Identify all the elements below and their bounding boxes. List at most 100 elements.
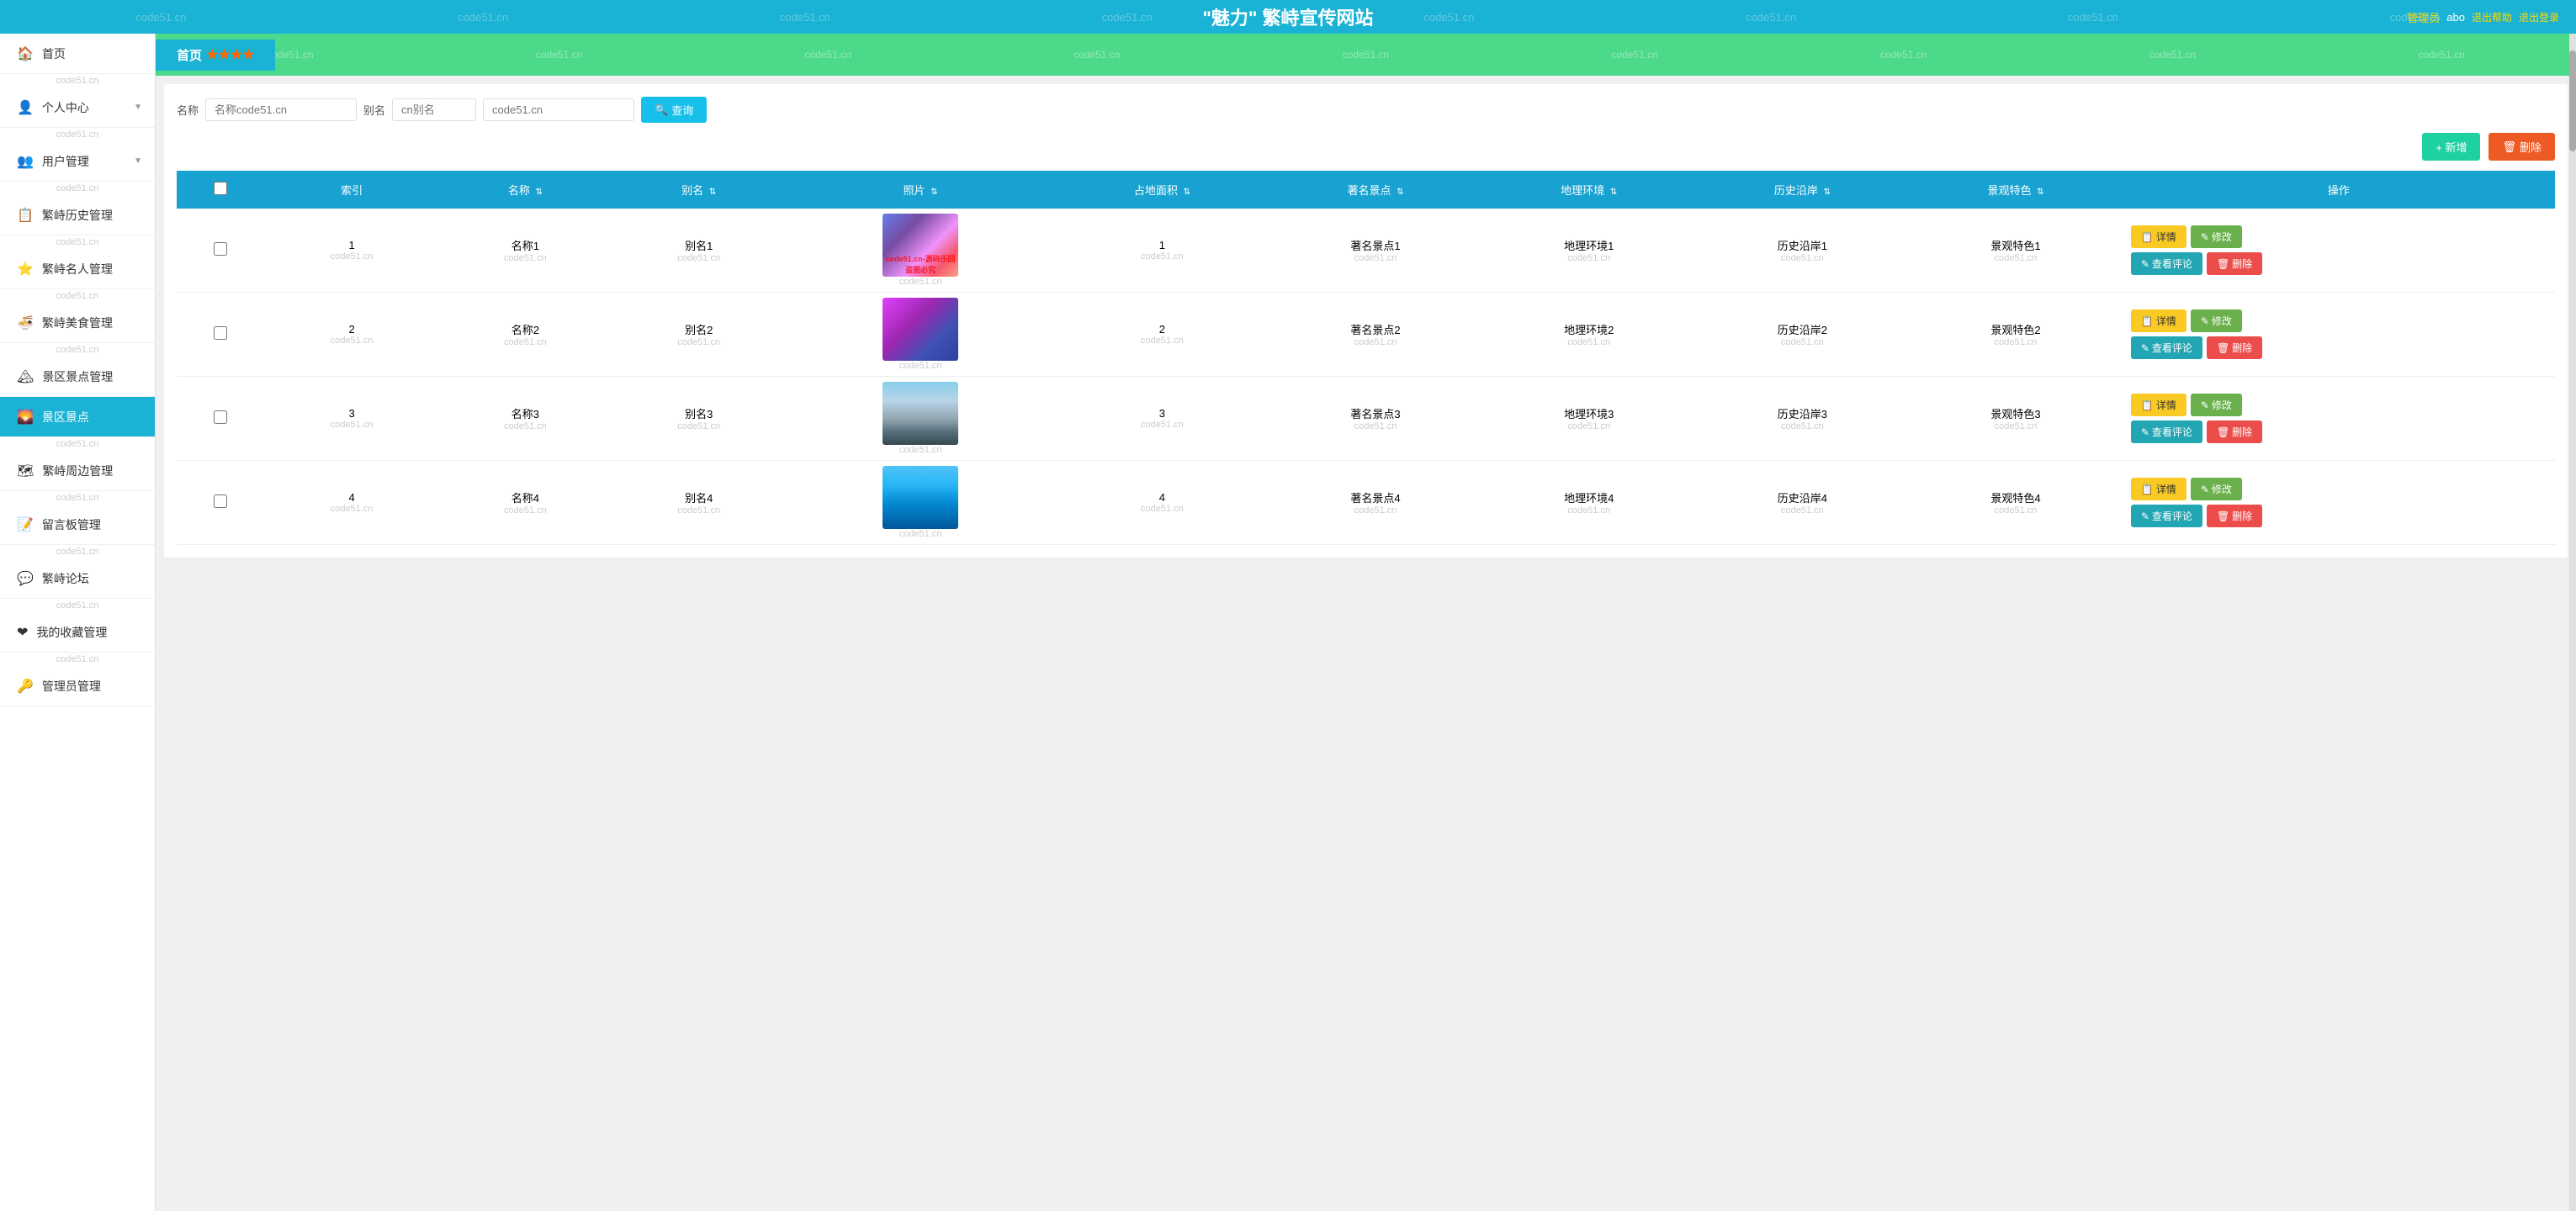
sort-arrows-scenery[interactable]: ⇅ (2037, 188, 2043, 197)
row-famous: 著名景点1 code51.cn (1269, 209, 1482, 293)
th-photo: 照片 ⇅ (786, 171, 1056, 209)
sidebar-item-label: 首页 (42, 45, 66, 62)
photo-cell: code51.cn-源码乐园盗图必究 (883, 214, 958, 277)
sidebar-item-scenic-spots[interactable]: 🌄 景区景点 (0, 397, 155, 437)
sort-arrows-history[interactable]: ⇅ (1823, 188, 1830, 197)
select-all-checkbox[interactable] (214, 182, 227, 195)
detail-button[interactable]: 📋 详情 (2131, 309, 2186, 332)
action-row-top: 📋 详情 ✎ 修改 (2131, 478, 2242, 500)
sidebar-item-celebrity[interactable]: ⭐ 繁峙名人管理 (0, 249, 155, 289)
row-index: 1 code51.cn (265, 209, 438, 293)
edit-button[interactable]: ✎ 修改 (2191, 478, 2242, 500)
sidebar-item-scenic-mgmt[interactable]: 🏔 景区景点管理 (0, 357, 155, 397)
name-filter-input[interactable] (205, 98, 357, 121)
map-icon: 🗺 (17, 463, 34, 479)
row-checkbox-cell (177, 209, 265, 293)
row-checkbox[interactable] (214, 326, 227, 340)
edit-icon: ✎ (2201, 484, 2209, 495)
sort-arrows-photo[interactable]: ⇅ (930, 188, 937, 197)
sidebar-item-label: 景区景点管理 (42, 368, 113, 385)
row-checkbox-cell (177, 461, 265, 545)
alias-filter-label: 别名 (363, 102, 385, 118)
row-photo: code51.cn (786, 377, 1056, 461)
comment-button[interactable]: ✎ 查看评论 (2131, 505, 2202, 527)
row-checkbox[interactable] (214, 494, 227, 508)
sidebar-item-label: 留言板管理 (42, 516, 101, 533)
delete-button[interactable]: 🗑 删除 (2207, 420, 2262, 443)
th-history: 历史沿岸 ⇅ (1696, 171, 1910, 209)
row-checkbox-cell (177, 377, 265, 461)
sidebar-item-home[interactable]: 🏠 首页 (0, 34, 155, 74)
alias-filter-input[interactable] (392, 98, 476, 121)
row-alias: 别名4 code51.cn (612, 461, 786, 545)
filter-bar: 名称 别名 🔍 查询 (177, 97, 2555, 123)
sidebar-item-label: 繁峙名人管理 (42, 261, 113, 278)
delete-button[interactable]: 🗑 删除 (2207, 336, 2262, 359)
th-index: 索引 (265, 171, 438, 209)
edit-button[interactable]: ✎ 修改 (2191, 394, 2242, 416)
nav-home-label: 首页 (177, 46, 202, 64)
alias-filter-input2[interactable] (483, 98, 634, 121)
sidebar-wm-1: code51.cn (0, 74, 155, 87)
sort-arrows-alias[interactable]: ⇅ (709, 188, 716, 197)
sidebar-item-history[interactable]: 📋 繁峙历史管理 (0, 195, 155, 235)
edit-button[interactable]: ✎ 修改 (2191, 309, 2242, 332)
sidebar-item-favorites[interactable]: ❤ 我的收藏管理 (0, 612, 155, 653)
sort-arrows-famous[interactable]: ⇅ (1397, 188, 1403, 197)
add-button[interactable]: + 新增 (2422, 133, 2480, 161)
admin-label: 管理员 (2407, 9, 2440, 25)
sidebar-item-forum[interactable]: 💬 繁峙论坛 (0, 558, 155, 599)
comment-button[interactable]: ✎ 查看评论 (2131, 252, 2202, 275)
comment-button[interactable]: ✎ 查看评论 (2131, 420, 2202, 443)
main-layout: 🏠 首页 code51.cn 👤 个人中心 ▼ code51.cn 👥 用户管理… (0, 34, 2576, 1211)
detail-button[interactable]: 📋 详情 (2131, 394, 2186, 416)
row-famous: 著名景点4 code51.cn (1269, 461, 1482, 545)
comment-icon: ✎ (2141, 342, 2149, 354)
sidebar-item-personal[interactable]: 👤 个人中心 ▼ (0, 87, 155, 128)
action-row-top: 📋 详情 ✎ 修改 (2131, 309, 2242, 332)
row-actions: 📋 详情 ✎ 修改 ✎ 查看评论 🗑 删除 (2123, 209, 2555, 293)
sidebar-item-user-mgmt[interactable]: 👥 用户管理 ▼ (0, 141, 155, 182)
detail-icon: 📋 (2141, 399, 2154, 411)
row-checkbox[interactable] (214, 410, 227, 424)
edit-button[interactable]: ✎ 修改 (2191, 225, 2242, 248)
sort-arrows-area[interactable]: ⇅ (1183, 188, 1190, 197)
sidebar-item-label: 繁峙论坛 (42, 570, 89, 587)
row-area: 2 code51.cn (1056, 293, 1269, 377)
row-actions: 📋 详情 ✎ 修改 ✎ 查看评论 🗑 删除 (2123, 461, 2555, 545)
sort-arrows-name[interactable]: ⇅ (536, 188, 543, 197)
row-area: 3 code51.cn (1056, 377, 1269, 461)
sidebar-wm-3: code51.cn (0, 182, 155, 195)
sidebar-wm-8: code51.cn (0, 491, 155, 505)
delete-main-button[interactable]: 🗑 删除 (2489, 133, 2555, 161)
row-history: 历史沿岸3 code51.cn (1696, 377, 1910, 461)
exit-link-2[interactable]: 退出登录 (2519, 10, 2559, 24)
sidebar-item-label: 管理员管理 (42, 678, 101, 695)
action-row-bottom: ✎ 查看评论 🗑 删除 (2131, 505, 2262, 527)
row-actions: 📋 详情 ✎ 修改 ✎ 查看评论 🗑 删除 (2123, 293, 2555, 377)
scrollbar-thumb[interactable] (2569, 50, 2576, 151)
history-icon: 📋 (17, 207, 34, 224)
action-row-top: 📋 详情 ✎ 修改 (2131, 225, 2242, 248)
action-buttons: 📋 详情 ✎ 修改 ✎ 查看评论 🗑 删除 (2131, 309, 2547, 359)
scrollbar[interactable] (2569, 34, 2576, 1211)
row-checkbox[interactable] (214, 242, 227, 256)
query-button[interactable]: 🔍 查询 (641, 97, 707, 123)
sort-arrows-geo[interactable]: ⇅ (1610, 188, 1617, 197)
sidebar-item-guestbook[interactable]: 📝 留言板管理 (0, 505, 155, 545)
detail-button[interactable]: 📋 详情 (2131, 225, 2186, 248)
exit-link-1[interactable]: 退出帮助 (2472, 10, 2512, 24)
sidebar-item-admin[interactable]: 🔑 管理员管理 (0, 666, 155, 706)
comment-button[interactable]: ✎ 查看评论 (2131, 336, 2202, 359)
comment-icon: ✎ (2141, 426, 2149, 438)
nav-watermark: code51.cncode51.cncode51.cncode51.cn cod… (156, 34, 2576, 76)
action-buttons: 📋 详情 ✎ 修改 ✎ 查看评论 🗑 删除 (2131, 478, 2547, 527)
delete-button[interactable]: 🗑 删除 (2207, 505, 2262, 527)
delete-icon: 🗑 (2217, 510, 2229, 522)
detail-button[interactable]: 📋 详情 (2131, 478, 2186, 500)
sidebar-item-food[interactable]: 🍜 繁峙美食管理 (0, 303, 155, 343)
key-icon: 🔑 (17, 678, 34, 695)
nav-home-btn[interactable]: 首页 ★★★★ (156, 40, 275, 71)
delete-button[interactable]: 🗑 删除 (2207, 252, 2262, 275)
sidebar-item-periphery[interactable]: 🗺 繁峙周边管理 (0, 451, 155, 491)
